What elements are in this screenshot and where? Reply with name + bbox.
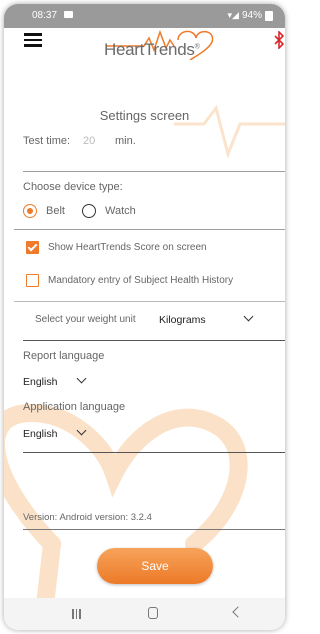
test-time-unit: min.: [115, 135, 136, 147]
divider: [23, 452, 285, 453]
device-type-label: Choose device type:: [23, 181, 123, 193]
application-language-label: Application language: [23, 401, 126, 413]
belt-label: Belt: [46, 205, 65, 217]
status-time: 08:37: [32, 10, 58, 21]
watch-label: Watch: [105, 205, 136, 217]
page-title: Settings screen: [99, 108, 190, 123]
status-right: ▾◢ 94%: [228, 10, 273, 21]
chevron-down-icon[interactable]: [76, 425, 87, 436]
logo-text: HeartTrends®: [104, 40, 200, 59]
watch-radio[interactable]: [82, 204, 96, 218]
health-history-label: Mandatory entry of Subject Health Histor…: [48, 275, 234, 286]
test-time-label: Test time:: [23, 135, 71, 147]
report-language-select[interactable]: English: [23, 376, 57, 388]
message-icon: [64, 11, 73, 18]
bluetooth-icon[interactable]: [274, 31, 284, 49]
report-language-label: Report language: [23, 350, 105, 362]
phone-screen: 08:37 ▾◢ 94% HeartTrends® Settings scree…: [4, 4, 285, 630]
weight-unit-label: Select your weight unit: [35, 314, 136, 325]
divider: [23, 529, 285, 530]
status-bar: 08:37 ▾◢ 94%: [4, 4, 285, 28]
chevron-down-icon[interactable]: [76, 373, 87, 384]
test-time-input[interactable]: 20: [83, 135, 95, 147]
save-button[interactable]: Save: [97, 548, 213, 584]
version-text: Version: Android version: 3.2.4: [23, 512, 152, 523]
show-score-label: Show HeartTrends Score on screen: [48, 242, 207, 253]
android-nav-bar: [4, 598, 285, 630]
health-history-checkbox[interactable]: [26, 274, 39, 287]
menu-icon[interactable]: [24, 33, 42, 47]
back-icon[interactable]: [232, 606, 244, 618]
divider: [23, 171, 285, 172]
signal-icon: ▾◢: [227, 10, 239, 20]
show-score-checkbox[interactable]: [26, 241, 39, 254]
belt-radio[interactable]: [23, 204, 37, 218]
battery-icon: [265, 10, 273, 21]
weight-unit-select[interactable]: Kilograms: [159, 314, 206, 326]
divider: [14, 301, 285, 302]
battery-level: 94%: [241, 10, 262, 21]
divider: [14, 229, 285, 230]
recent-apps-icon[interactable]: [72, 609, 82, 619]
chevron-down-icon[interactable]: [243, 311, 254, 322]
divider: [23, 340, 285, 341]
home-icon[interactable]: [148, 607, 158, 619]
application-language-select[interactable]: English: [23, 428, 57, 440]
